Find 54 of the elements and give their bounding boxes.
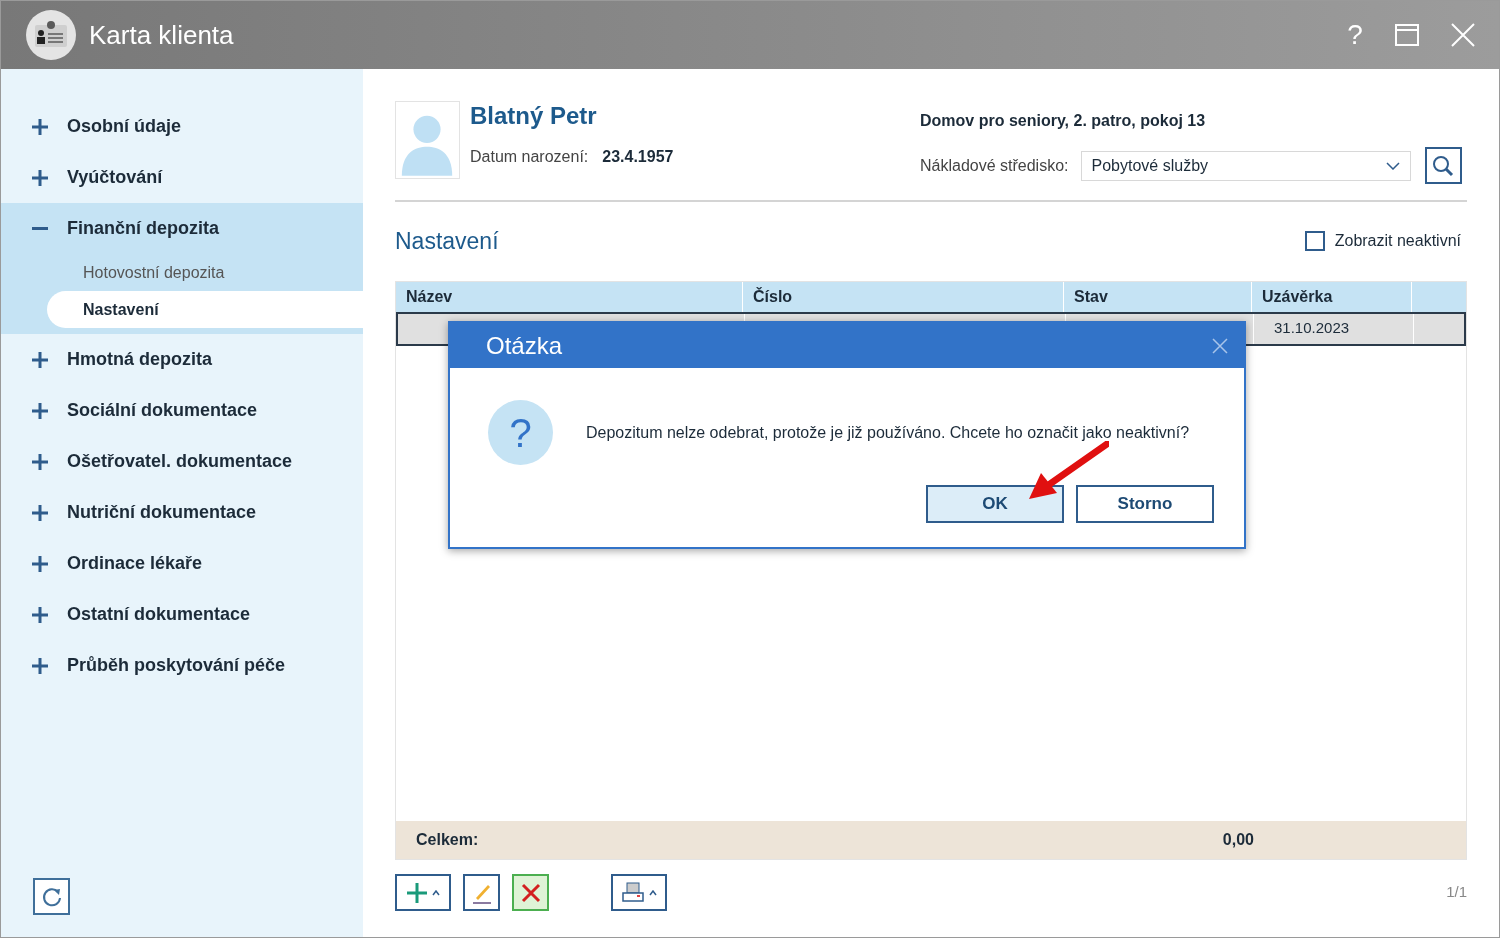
client-location: Domov pro seniory, 2. patro, pokoj 13 [920,111,1207,131]
search-button[interactable] [1424,147,1462,184]
add-button[interactable] [395,874,451,911]
column-header[interactable]: Uzávěrka [1252,281,1412,312]
dialog-button[interactable]: Storno [1076,485,1214,523]
birth-date-label: Datum narození: [470,147,589,167]
caret-icon [432,889,440,896]
total-value: 0,00 [1221,830,1254,850]
delete-button[interactable] [512,874,549,911]
sidebar-item[interactable]: Osobní údaje [1,101,363,152]
sidebar-item[interactable]: Nutriční dokumentace [1,487,363,538]
sidebar-item[interactable]: Sociální dokumentace [1,385,363,436]
delete-icon [520,882,541,903]
refresh-button[interactable] [33,878,70,915]
sidebar-item[interactable]: Ordinace lékaře [1,538,363,589]
print-button[interactable] [611,874,667,911]
checkbox[interactable] [1304,231,1325,252]
checkbox-label: Zobrazit neaktivní [1334,231,1461,252]
birth-date: 23.4.1957 [602,147,674,167]
cost-center-dropdown[interactable]: Pobytové služby [1080,150,1411,181]
dialog-title: Otázka [486,330,563,361]
sidebar-item[interactable]: Vyúčtování [1,152,363,203]
maximize-icon[interactable] [1395,24,1419,46]
column-header[interactable]: Číslo [743,281,1064,312]
cost-center-label: Nákladové středisko: [920,155,1069,176]
window-title: Karta klienta [89,18,234,52]
question-icon: ? [488,400,553,465]
sidebar-item[interactable]: Hmotná depozita [1,334,363,385]
column-header[interactable]: Název [396,281,743,312]
plus-icon [406,881,428,904]
close-icon[interactable] [1212,337,1228,354]
printer-icon [621,881,645,904]
total-label: Celkem: [416,830,480,850]
dialog-message: Depozitum nelze odebrat, protože je již používáno. Chcete ho označit jako neaktivní? [586,422,1190,443]
edit-button[interactable] [463,874,500,911]
sidebar-item[interactable]: Finanční depozita [1,203,363,254]
sidebar-item[interactable]: Průběh poskytování péče [1,640,363,691]
section-title: Nastavení [395,227,499,256]
search-icon [1432,154,1454,177]
column-header[interactable]: Stav [1064,281,1252,312]
page-indicator: 1/1 [1446,882,1467,903]
sidebar-subitem[interactable]: Hotovostní depozita [47,254,363,291]
client-name: Blatný Petr [470,101,598,131]
avatar-icon [395,101,460,179]
sidebar-item[interactable]: Ošetřovatel. dokumentace [1,436,363,487]
sidebar-item[interactable]: Ostatní dokumentace [1,589,363,640]
chevron-down-icon [1385,161,1400,170]
sidebar-subitem[interactable]: Nastavení [47,291,363,328]
arrow-icon [1027,441,1109,501]
dialog-button[interactable]: OK [926,485,1064,523]
table-cell: 31.10.2023 [1254,313,1414,344]
caret-icon [649,889,657,896]
refresh-icon [40,885,63,908]
client-card-icon [25,9,77,61]
